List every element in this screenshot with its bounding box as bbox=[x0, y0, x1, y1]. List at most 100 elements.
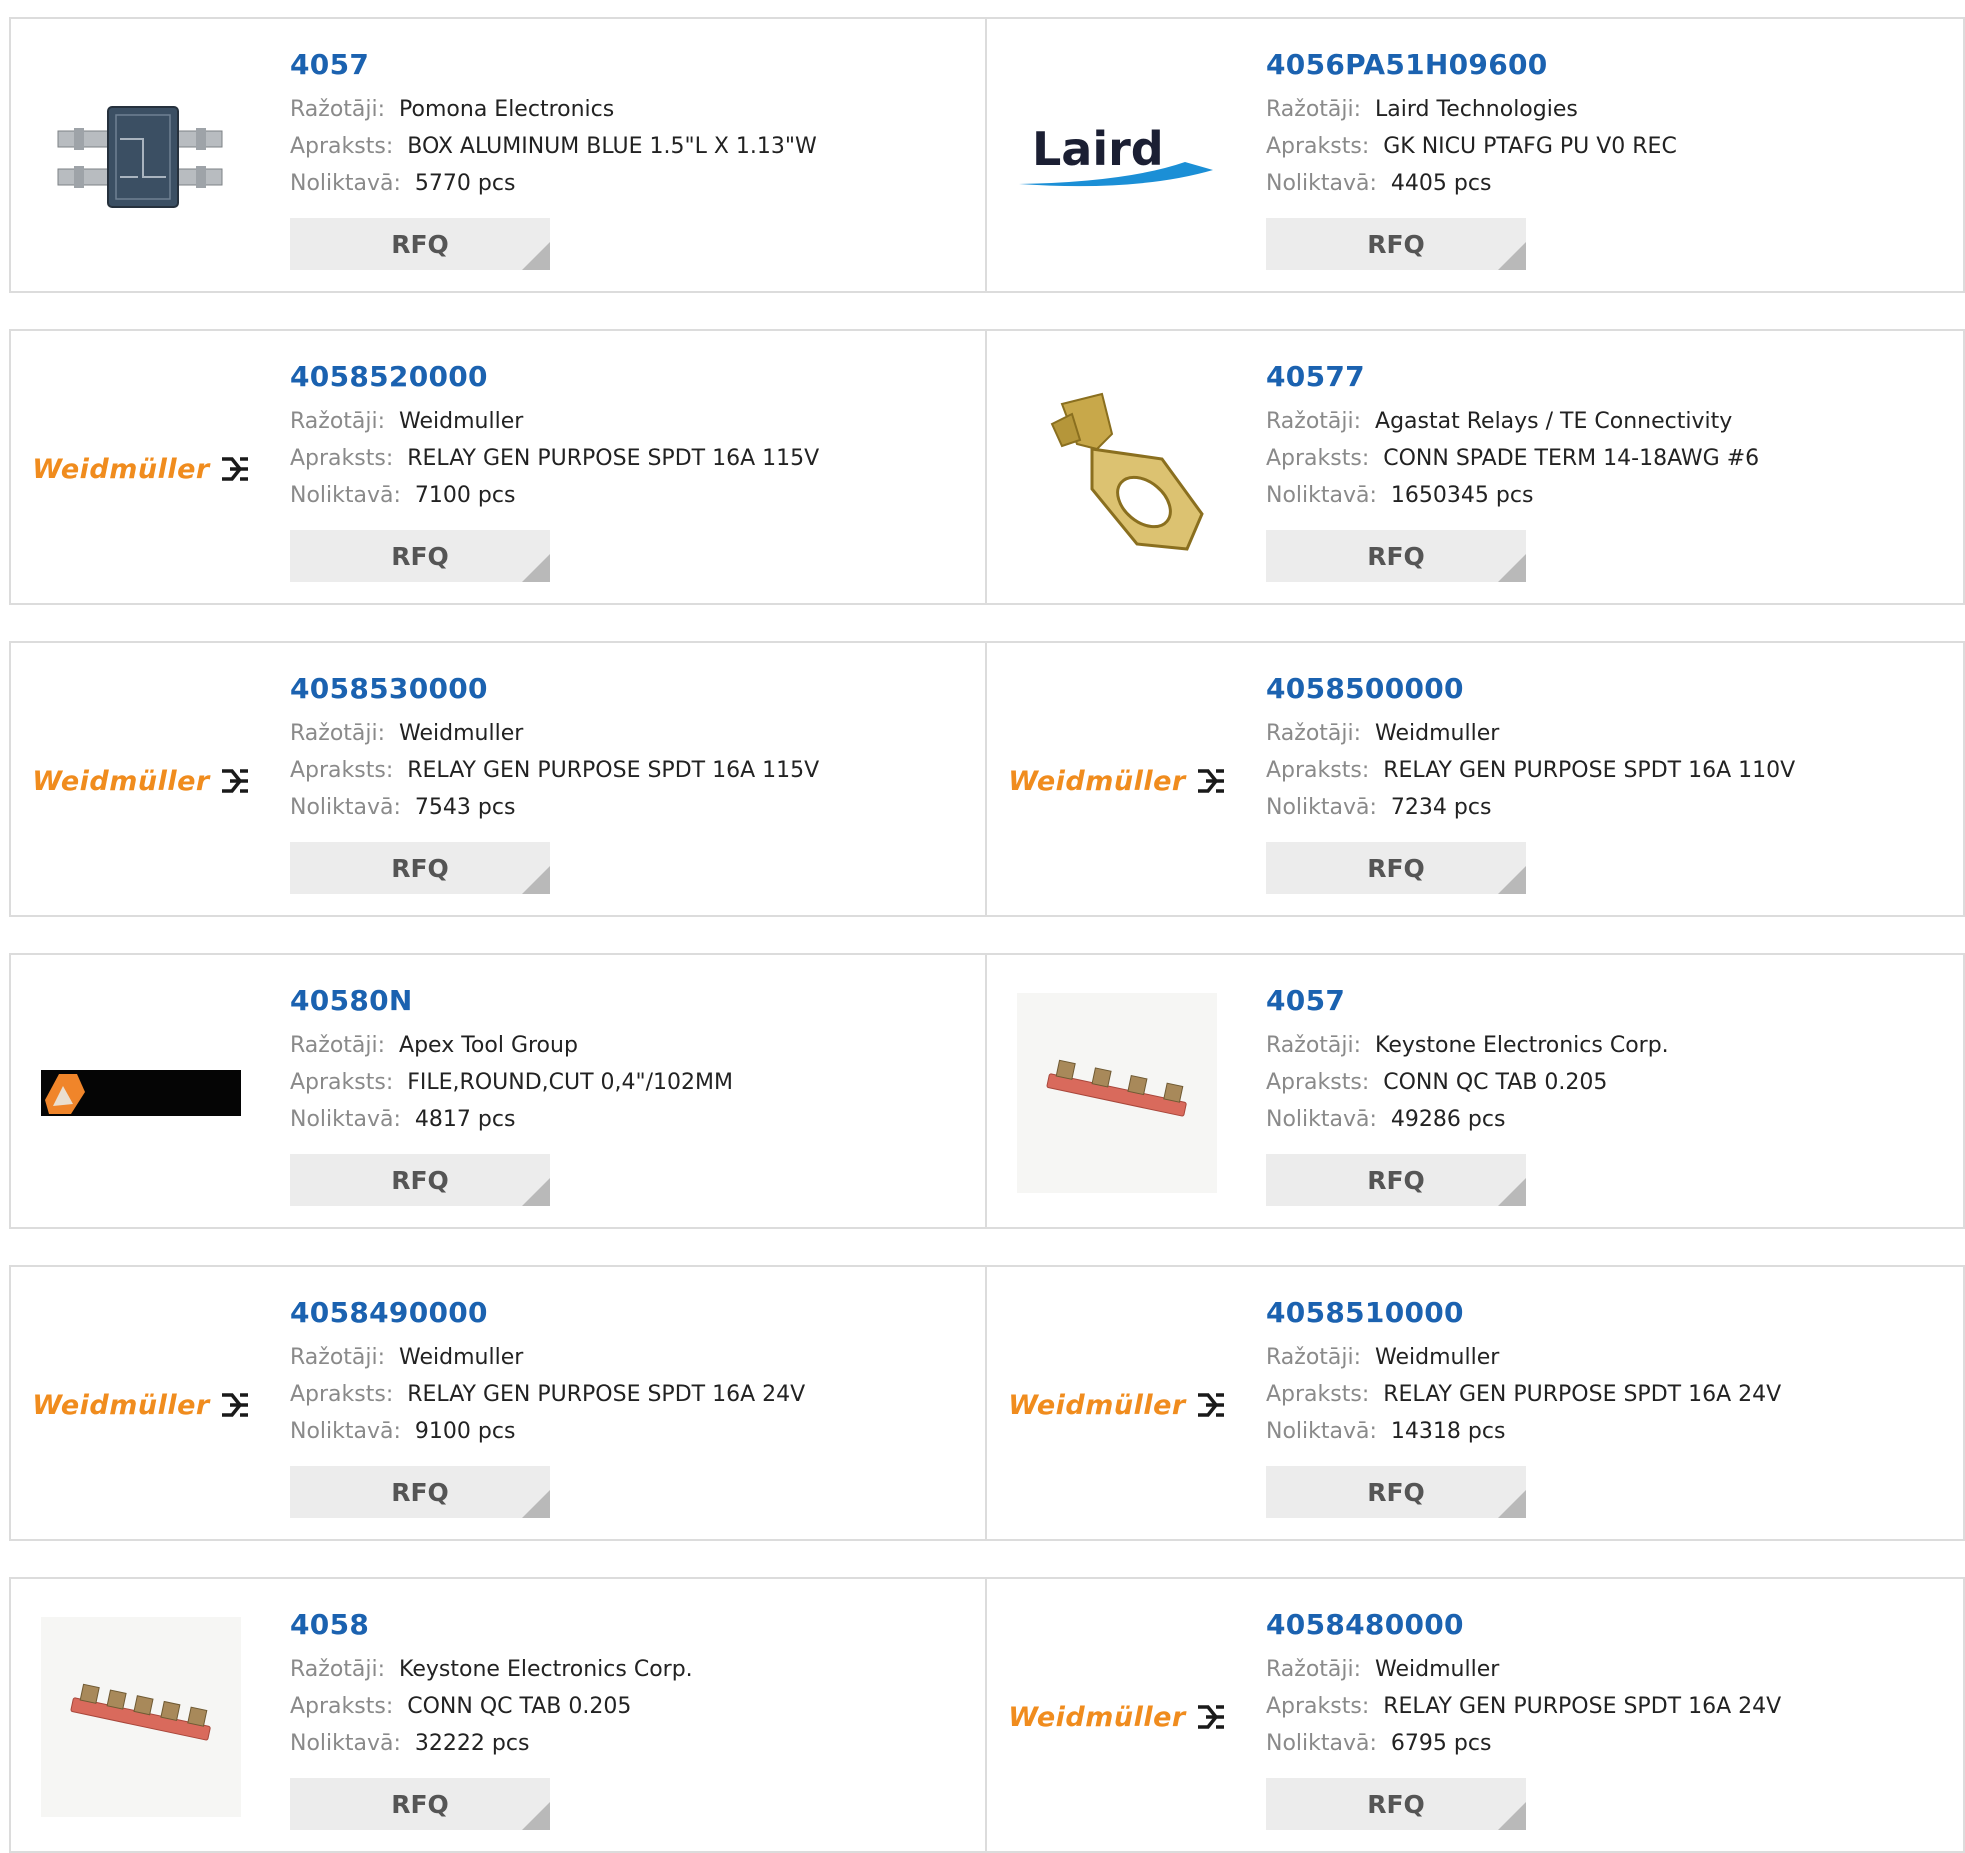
description-label: Apraksts: bbox=[290, 1694, 394, 1719]
rfq-button[interactable]: RFQ bbox=[290, 842, 550, 894]
part-number-link[interactable]: 40580N bbox=[290, 983, 733, 1019]
part-number-link[interactable]: 4058480000 bbox=[1266, 1607, 1781, 1643]
product-info: 4057 Ražotāji: Pomona Electronics Aprakst… bbox=[290, 47, 817, 270]
stock-label: Noliktavā: bbox=[1266, 1419, 1377, 1444]
description-value: BOX ALUMINUM BLUE 1.5"L X 1.13"W bbox=[407, 134, 817, 159]
part-number-link[interactable]: 4057 bbox=[1266, 983, 1669, 1019]
product-thumbnail[interactable] bbox=[1017, 993, 1217, 1193]
part-number-link[interactable]: 4058490000 bbox=[290, 1295, 805, 1331]
stock-row: Noliktavā: 1650345 pcs bbox=[1266, 477, 1759, 514]
rfq-button[interactable]: RFQ bbox=[1266, 1154, 1526, 1206]
product-info: 4058500000 Ražotāji: Weidmuller Apraksts:… bbox=[1266, 671, 1795, 894]
description-label: Apraksts: bbox=[1266, 134, 1370, 159]
rfq-button[interactable]: RFQ bbox=[290, 1466, 550, 1518]
aluminum-box-image bbox=[57, 106, 223, 208]
product-thumbnail[interactable]: Laird bbox=[1017, 57, 1217, 257]
part-number-link[interactable]: 4058520000 bbox=[290, 359, 819, 395]
manufacturer-label: Ražotāji: bbox=[1266, 1033, 1362, 1058]
manufacturer-value: Keystone Electronics Corp. bbox=[399, 1657, 693, 1682]
rfq-button[interactable]: RFQ bbox=[1266, 842, 1526, 894]
laird-logo: Laird bbox=[1017, 122, 1217, 192]
stock-value: 7543 pcs bbox=[414, 795, 516, 820]
product-thumbnail[interactable] bbox=[1017, 369, 1217, 569]
stock-label: Noliktavā: bbox=[290, 1419, 401, 1444]
rfq-label: RFQ bbox=[391, 1477, 449, 1507]
rfq-button[interactable]: RFQ bbox=[1266, 1466, 1526, 1518]
rfq-button[interactable]: RFQ bbox=[290, 218, 550, 270]
description-label: Apraksts: bbox=[290, 1070, 394, 1095]
product-thumbnail[interactable]: Weidmüller bbox=[1008, 1617, 1224, 1817]
weidmuller-logo: Weidmüller bbox=[1008, 1390, 1225, 1421]
product-card: Weidmüller 4058480000 Ražotāji: Weidmulle… bbox=[987, 1577, 1965, 1853]
spade-terminal-image bbox=[1050, 392, 1204, 551]
description-value: RELAY GEN PURPOSE SPDT 16A 24V bbox=[1383, 1382, 1782, 1407]
rfq-label: RFQ bbox=[1367, 1477, 1425, 1507]
weidmuller-symbol-icon bbox=[1197, 1705, 1224, 1729]
manufacturer-row: Ražotāji: Apex Tool Group bbox=[290, 1027, 733, 1064]
stock-row: Noliktavā: 5770 pcs bbox=[290, 165, 817, 202]
part-number-link[interactable]: 4058500000 bbox=[1266, 671, 1795, 707]
manufacturer-value: Weidmuller bbox=[1375, 1345, 1500, 1370]
manufacturer-label: Ražotāji: bbox=[290, 721, 386, 746]
stock-value: 14318 pcs bbox=[1390, 1419, 1506, 1444]
manufacturer-label: Ražotāji: bbox=[290, 97, 386, 122]
stock-row: Noliktavā: 4817 pcs bbox=[290, 1101, 733, 1138]
product-thumbnail[interactable]: Weidmüller bbox=[1008, 1305, 1224, 1505]
stock-value: 4817 pcs bbox=[414, 1107, 516, 1132]
product-info: 4056PA51H09600 Ražotāji: Laird Technologi… bbox=[1266, 47, 1677, 270]
product-card: Weidmüller 4058500000 Ražotāji: Weidmulle… bbox=[987, 641, 1965, 917]
description-value: FILE,ROUND,CUT 0,4"/102MM bbox=[407, 1070, 734, 1095]
product-thumbnail[interactable] bbox=[41, 1617, 241, 1817]
product-thumbnail[interactable] bbox=[41, 57, 241, 257]
rfq-label: RFQ bbox=[391, 541, 449, 571]
stock-value: 7234 pcs bbox=[1390, 795, 1492, 820]
description-row: Apraksts: GK NICU PTAFG PU V0 REC bbox=[1266, 128, 1677, 165]
part-number-link[interactable]: 4058 bbox=[290, 1607, 693, 1643]
stock-label: Noliktavā: bbox=[290, 483, 401, 508]
qc-tab-strip-long-image bbox=[41, 1617, 241, 1817]
part-number-link[interactable]: 4057 bbox=[290, 47, 817, 83]
manufacturer-value: Apex Tool Group bbox=[399, 1033, 578, 1058]
manufacturer-value: Weidmuller bbox=[399, 721, 524, 746]
rfq-label: RFQ bbox=[391, 1789, 449, 1819]
product-thumbnail[interactable]: Weidmüller bbox=[1008, 681, 1224, 881]
description-value: RELAY GEN PURPOSE SPDT 16A 110V bbox=[1383, 758, 1796, 783]
description-value: RELAY GEN PURPOSE SPDT 16A 24V bbox=[1383, 1694, 1782, 1719]
description-row: Apraksts: RELAY GEN PURPOSE SPDT 16A 24V bbox=[290, 1376, 805, 1413]
product-thumbnail[interactable]: Weidmüller bbox=[32, 681, 248, 881]
product-thumbnail[interactable]: Weidmüller bbox=[32, 1305, 248, 1505]
rfq-button[interactable]: RFQ bbox=[290, 1154, 550, 1206]
rfq-button[interactable]: RFQ bbox=[1266, 1778, 1526, 1830]
part-number-link[interactable]: 4058530000 bbox=[290, 671, 819, 707]
manufacturer-row: Ražotāji: Laird Technologies bbox=[1266, 91, 1677, 128]
rfq-button[interactable]: RFQ bbox=[290, 530, 550, 582]
part-number-link[interactable]: 4056PA51H09600 bbox=[1266, 47, 1677, 83]
rfq-label: RFQ bbox=[1367, 1165, 1425, 1195]
weidmuller-logo-text: Weidmüller bbox=[32, 453, 210, 485]
description-value: CONN QC TAB 0.205 bbox=[1383, 1070, 1608, 1095]
stock-value: 7100 pcs bbox=[414, 483, 516, 508]
rfq-label: RFQ bbox=[1367, 541, 1425, 571]
rfq-button[interactable]: RFQ bbox=[1266, 218, 1526, 270]
product-info: 4057 Ražotāji: Keystone Electronics Corp.… bbox=[1266, 983, 1669, 1206]
rfq-button[interactable]: RFQ bbox=[1266, 530, 1526, 582]
part-number-link[interactable]: 40577 bbox=[1266, 359, 1759, 395]
product-card: Weidmüller 4058490000 Ražotāji: Weidmulle… bbox=[9, 1265, 987, 1541]
weidmuller-logo: Weidmüller bbox=[32, 1390, 249, 1421]
rfq-label: RFQ bbox=[391, 1165, 449, 1195]
description-label: Apraksts: bbox=[1266, 758, 1370, 783]
rfq-label: RFQ bbox=[1367, 853, 1425, 883]
description-row: Apraksts: FILE,ROUND,CUT 0,4"/102MM bbox=[290, 1064, 733, 1101]
description-row: Apraksts: RELAY GEN PURPOSE SPDT 16A 115V bbox=[290, 752, 819, 789]
part-number-link[interactable]: 4058510000 bbox=[1266, 1295, 1781, 1331]
description-row: Apraksts: CONN SPADE TERM 14-18AWG #6 bbox=[1266, 440, 1759, 477]
rfq-button[interactable]: RFQ bbox=[290, 1778, 550, 1830]
weidmuller-symbol-icon bbox=[221, 1393, 248, 1417]
rfq-corner-decoration bbox=[522, 1802, 550, 1830]
weidmuller-logo-text: Weidmüller bbox=[32, 765, 210, 797]
rfq-label: RFQ bbox=[1367, 229, 1425, 259]
product-thumbnail[interactable] bbox=[41, 993, 241, 1193]
product-thumbnail[interactable]: Weidmüller bbox=[32, 369, 248, 569]
product-card: 4058 Ražotāji: Keystone Electronics Corp.… bbox=[9, 1577, 987, 1853]
description-label: Apraksts: bbox=[1266, 1382, 1370, 1407]
